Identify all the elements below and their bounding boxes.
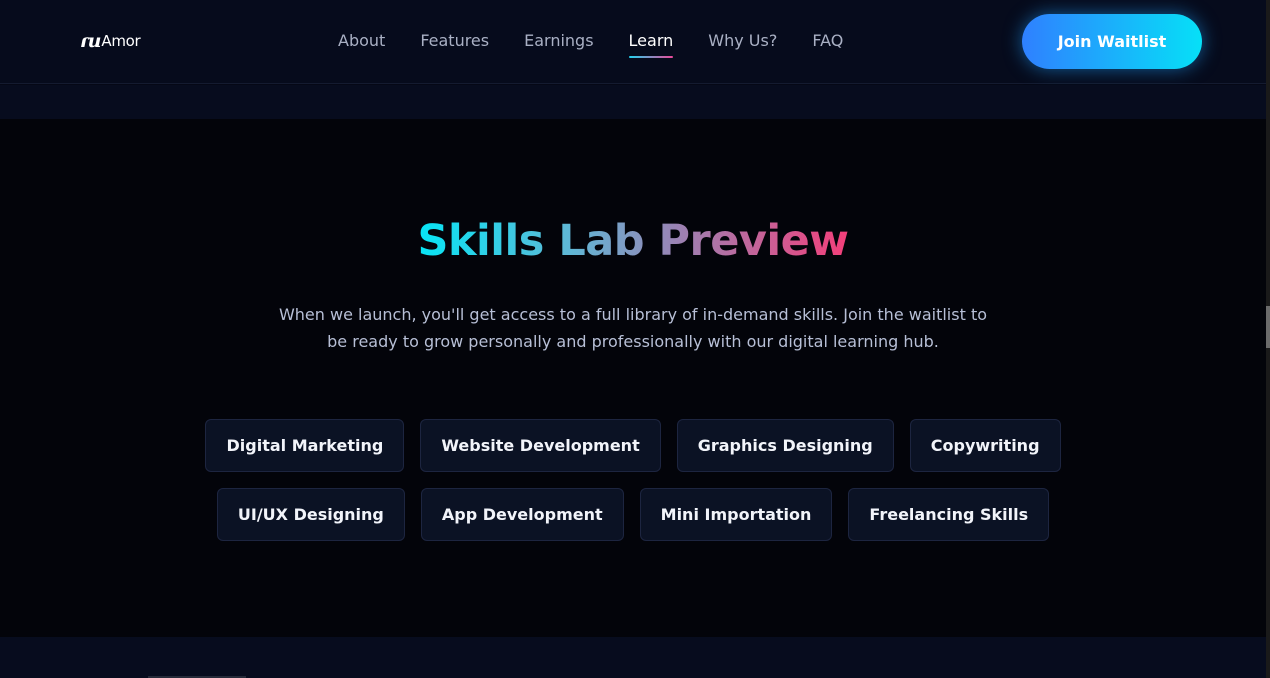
main-nav: About Features Earnings Learn Why Us? FA… [338, 31, 843, 58]
nav-link-features[interactable]: Features [420, 31, 489, 51]
skills-row-2: UI/UX Designing App Development Mini Imp… [0, 488, 1266, 541]
section-description: When we launch, you'll get access to a f… [278, 305, 988, 351]
page: ɾu Amor About Features Earnings Learn Wh… [0, 0, 1270, 678]
brand-mark: ɾu [80, 30, 101, 52]
nav-link-about[interactable]: About [338, 31, 385, 51]
nav-link-faq[interactable]: FAQ [812, 31, 843, 51]
skill-chip-freelancing-skills[interactable]: Freelancing Skills [848, 488, 1050, 541]
nav-link-learn[interactable]: Learn [628, 31, 673, 58]
section-divider-top [0, 85, 1266, 119]
section-divider-bottom [0, 637, 1266, 678]
skill-chip-graphics-designing[interactable]: Graphics Designing [676, 419, 894, 472]
scrollbar-thumb[interactable] [1266, 306, 1270, 348]
nav-link-earnings[interactable]: Earnings [524, 31, 593, 51]
section-title-text: Skills Lab Preview [417, 216, 849, 266]
skills-lab-section [0, 119, 1266, 637]
section-title: Skills Lab Preview [0, 213, 1266, 269]
nav-link-why-us[interactable]: Why Us? [708, 31, 777, 51]
skill-chip-digital-marketing[interactable]: Digital Marketing [205, 419, 405, 472]
skills-row-1: Digital Marketing Website Development Gr… [0, 419, 1266, 472]
brand-logo[interactable]: ɾu Amor [80, 29, 141, 53]
brand-name: Amor [101, 32, 141, 50]
skill-chip-mini-importation[interactable]: Mini Importation [639, 488, 833, 541]
skill-chip-ui-ux-designing[interactable]: UI/UX Designing [216, 488, 405, 541]
join-waitlist-button[interactable]: Join Waitlist [1022, 14, 1202, 69]
navbar: ɾu Amor About Features Earnings Learn Wh… [0, 0, 1266, 84]
skill-chip-copywriting[interactable]: Copywriting [909, 419, 1061, 472]
skill-chip-app-development[interactable]: App Development [420, 488, 624, 541]
skill-chip-website-development[interactable]: Website Development [420, 419, 661, 472]
